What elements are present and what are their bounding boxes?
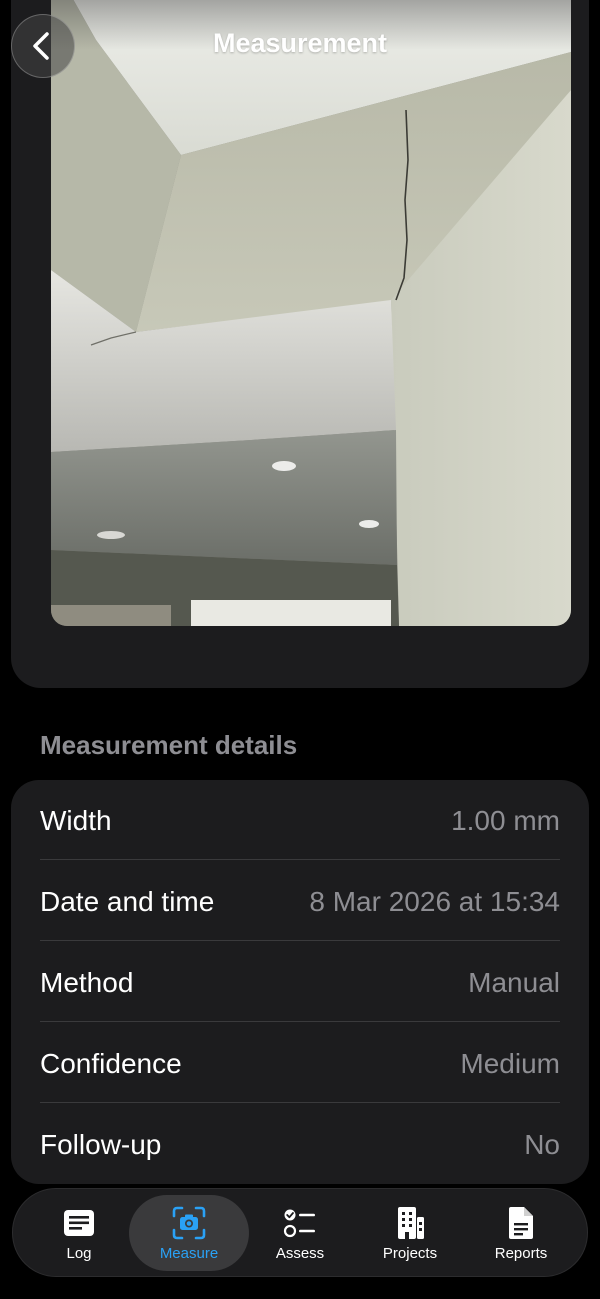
tab-label: Reports [494,1244,548,1262]
detail-value: Medium [460,1047,560,1079]
divider [40,940,560,941]
checklist-icon [283,1209,315,1237]
tab-label: Projects [382,1244,438,1262]
details-card: Width 1.00 mm Date and time 8 Mar 2026 a… [11,780,589,1184]
tab-bar: Log Measure Assess Projects Reports [12,1188,588,1277]
wall-crack-photo[interactable] [51,0,571,626]
detail-value: 8 Mar 2026 at 15:34 [309,885,560,917]
camera-scan-icon [172,1206,206,1239]
detail-label: Confidence [40,1047,182,1079]
detail-row-width[interactable]: Width 1.00 mm [40,780,560,861]
detail-value: 1.00 mm [451,804,560,836]
photo-card [11,0,589,688]
tab-label: Measure [159,1244,219,1262]
detail-label: Follow-up [40,1128,162,1160]
tab-assess[interactable]: Assess [240,1195,360,1271]
detail-row-confidence[interactable]: Confidence Medium [40,1023,560,1104]
building-icon [398,1206,424,1239]
tab-measure[interactable]: Measure [129,1195,249,1271]
detail-label: Date and time [40,885,215,917]
page-title: Measurement [212,28,388,58]
tab-label: Log [66,1244,92,1262]
detail-row-date-time[interactable]: Date and time 8 Mar 2026 at 15:34 [40,861,560,942]
divider [40,1021,560,1022]
tab-log[interactable]: Log [19,1195,139,1271]
tab-label: Assess [275,1244,325,1262]
detail-value: Manual [468,966,560,998]
detail-row-follow-up[interactable]: Follow-up No [40,1104,560,1184]
document-icon [509,1206,533,1239]
section-title: Measurement details [40,730,298,760]
detail-label: Method [40,966,134,998]
divider [40,859,560,860]
log-icon [64,1209,94,1236]
divider [40,1102,560,1103]
detail-row-method[interactable]: Method Manual [40,942,560,1023]
detail-value: No [524,1128,560,1160]
tab-projects[interactable]: Projects [350,1195,470,1271]
tab-reports[interactable]: Reports [461,1195,581,1271]
detail-label: Width [40,804,112,836]
